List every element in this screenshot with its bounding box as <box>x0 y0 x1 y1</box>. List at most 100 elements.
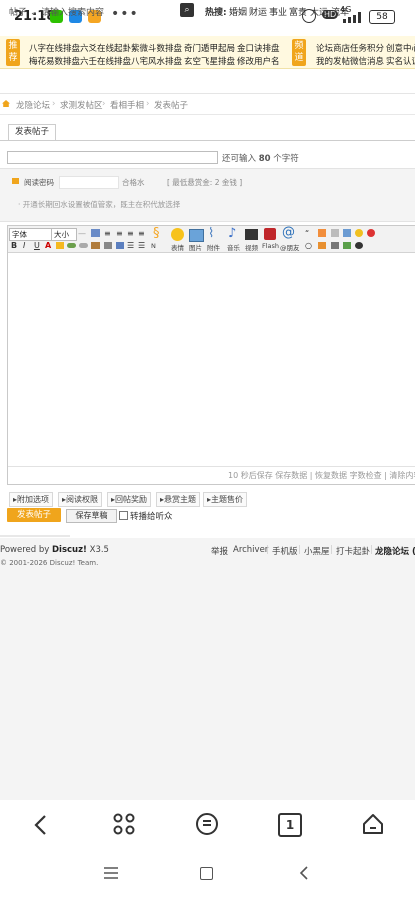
footer-link[interactable]: 龙隐论坛 ( <box>375 545 415 557</box>
at-icon[interactable]: @ <box>282 226 295 240</box>
code-icon[interactable] <box>318 229 326 237</box>
save-draft-button[interactable]: 保存草稿 <box>66 509 117 523</box>
hot-word[interactable]: 富贵 <box>289 5 307 18</box>
search-bar <box>0 71 415 94</box>
attach-icon[interactable]: ⌇ <box>208 227 214 241</box>
channel-link[interactable]: 微信消息 <box>350 55 384 67</box>
smiley-icon[interactable] <box>355 229 363 237</box>
quote-icon[interactable]: “ <box>305 229 309 238</box>
home-nav-icon[interactable] <box>361 812 385 836</box>
clear-format-icon[interactable] <box>343 242 351 249</box>
hot-word[interactable]: 婚姻 <box>229 5 247 18</box>
video-icon[interactable] <box>245 229 258 240</box>
image-icon[interactable] <box>189 229 204 242</box>
redo-icon[interactable]: ○ <box>305 241 312 250</box>
font-color-icon[interactable]: A <box>45 241 51 250</box>
back-system-icon[interactable] <box>298 865 310 881</box>
bold-icon[interactable]: B <box>11 241 17 250</box>
font-select[interactable]: 字体 <box>9 228 52 241</box>
video-label: 视频 <box>245 244 258 252</box>
option-price[interactable]: ▸主题售价 <box>203 492 248 507</box>
ad-link[interactable]: 玄空飞星排盘 <box>184 55 235 67</box>
ad-link[interactable]: 梅花易数排盘 <box>29 55 80 67</box>
tabs-button[interactable]: 1 <box>278 813 302 837</box>
lock-small-icon[interactable] <box>318 242 326 249</box>
quote-block-icon[interactable] <box>116 242 124 249</box>
breadcrumb-link[interactable]: 龙隐论坛 <box>16 99 50 111</box>
option-bounty[interactable]: ▸悬赏主题 <box>156 492 201 507</box>
hide-icon[interactable] <box>331 229 339 237</box>
music-label: 音乐 <box>227 244 240 252</box>
italic-icon[interactable]: I <box>23 241 25 250</box>
horizontal-line-icon[interactable] <box>331 242 339 249</box>
align-right-icon[interactable]: ≡ <box>127 229 134 238</box>
reward-icon[interactable] <box>367 229 375 237</box>
ad-link[interactable]: 八宅风水排盘 <box>131 55 182 67</box>
flash-icon[interactable] <box>264 228 276 240</box>
search-input[interactable]: 请输入搜索内容 <box>41 5 104 18</box>
footer-link[interactable]: Archiver <box>233 545 268 555</box>
search-icon[interactable]: ⌕ <box>180 3 194 17</box>
back-icon[interactable] <box>32 813 50 837</box>
footer-link[interactable]: 打卡起卦 <box>336 545 370 557</box>
more-label: N <box>151 242 156 250</box>
image-small-icon[interactable] <box>91 229 100 237</box>
search-scope-select[interactable]: 帖子 ⌄ <box>9 5 37 18</box>
channel-link[interactable]: 我的发帖 <box>316 55 350 67</box>
image-label: 图片 <box>189 244 202 252</box>
channel-link[interactable]: 实名认证 <box>386 55 415 67</box>
ad-link[interactable]: 紫微斗数排盘 <box>131 42 182 54</box>
autosave-text[interactable]: 10 秒后保存 保存数据 | 恢复数据 字数检查 | 清除内容 <box>228 470 415 481</box>
table-icon[interactable] <box>104 242 112 249</box>
hot-word[interactable]: 大运 <box>310 5 328 18</box>
option-reply-reward[interactable]: ▸回帖奖励 <box>107 492 152 507</box>
breadcrumb-link[interactable]: 看相手相 <box>110 99 144 111</box>
submit-post-button[interactable]: 发表帖子 <box>7 508 61 522</box>
channel-link[interactable]: 论坛商店 <box>316 42 350 54</box>
home-system-icon[interactable] <box>200 867 213 880</box>
ordered-list-icon[interactable]: ☰ <box>127 241 134 250</box>
justify-icon[interactable]: ≡ <box>138 229 145 238</box>
size-select[interactable]: 大小 <box>51 228 77 241</box>
unlink-icon[interactable] <box>79 243 88 248</box>
background-color-icon[interactable] <box>56 242 64 249</box>
more-icon[interactable]: § <box>153 227 160 241</box>
channel-link[interactable]: 创意中心 <box>386 42 415 54</box>
broadcast-checkbox[interactable] <box>119 511 128 520</box>
unordered-list-icon[interactable]: ☰ <box>138 241 145 250</box>
hot-word[interactable]: 流年 <box>331 5 349 18</box>
free-icon[interactable] <box>343 229 351 237</box>
underline-icon[interactable]: U <box>34 241 40 250</box>
editor-textarea[interactable] <box>9 253 414 465</box>
paste-icon[interactable] <box>91 242 100 249</box>
align-left-icon[interactable]: ≡ <box>104 229 111 238</box>
hot-word[interactable]: 事业 <box>269 5 287 18</box>
read-password-input[interactable] <box>59 176 119 189</box>
footer-link[interactable]: 手机版 <box>272 545 298 557</box>
channel-link[interactable]: 任务积分 <box>350 42 384 54</box>
smile-icon[interactable] <box>171 228 184 241</box>
link-icon[interactable] <box>67 243 76 248</box>
ad-link[interactable]: 金口诀排盘 <box>237 42 280 54</box>
footer-link[interactable]: 小黑屋 <box>304 545 330 557</box>
menu-icon[interactable] <box>195 812 219 836</box>
ad-link[interactable]: 六壬在线排盘 <box>80 55 131 67</box>
ad-link[interactable]: 修改用户名 <box>237 55 280 67</box>
fullscreen-icon[interactable] <box>355 242 363 249</box>
breadcrumb-link[interactable]: 求测发帖区 <box>60 99 103 111</box>
option-read-permission[interactable]: ▸阅读权限 <box>58 492 103 507</box>
discuz-link[interactable]: Discuz! <box>52 545 87 555</box>
tab-new-post[interactable]: 发表帖子 <box>8 124 56 140</box>
align-center-icon[interactable]: ≡ <box>116 229 123 238</box>
music-icon[interactable]: ♪ <box>228 227 236 241</box>
recents-icon[interactable] <box>103 866 119 880</box>
option-extra[interactable]: ▸附加选项 <box>9 492 54 507</box>
title-input[interactable] <box>7 151 218 164</box>
footer-link[interactable]: 举报 <box>211 545 228 557</box>
apps-icon[interactable] <box>112 812 136 836</box>
ad-link[interactable]: 八字在线排盘 <box>29 42 80 54</box>
hot-word[interactable]: 财运 <box>249 5 267 18</box>
ad-link[interactable]: 奇门遁甲起局 <box>184 42 235 54</box>
ad-link[interactable]: 六爻在线起卦 <box>80 42 131 54</box>
lock-icon <box>12 178 19 184</box>
